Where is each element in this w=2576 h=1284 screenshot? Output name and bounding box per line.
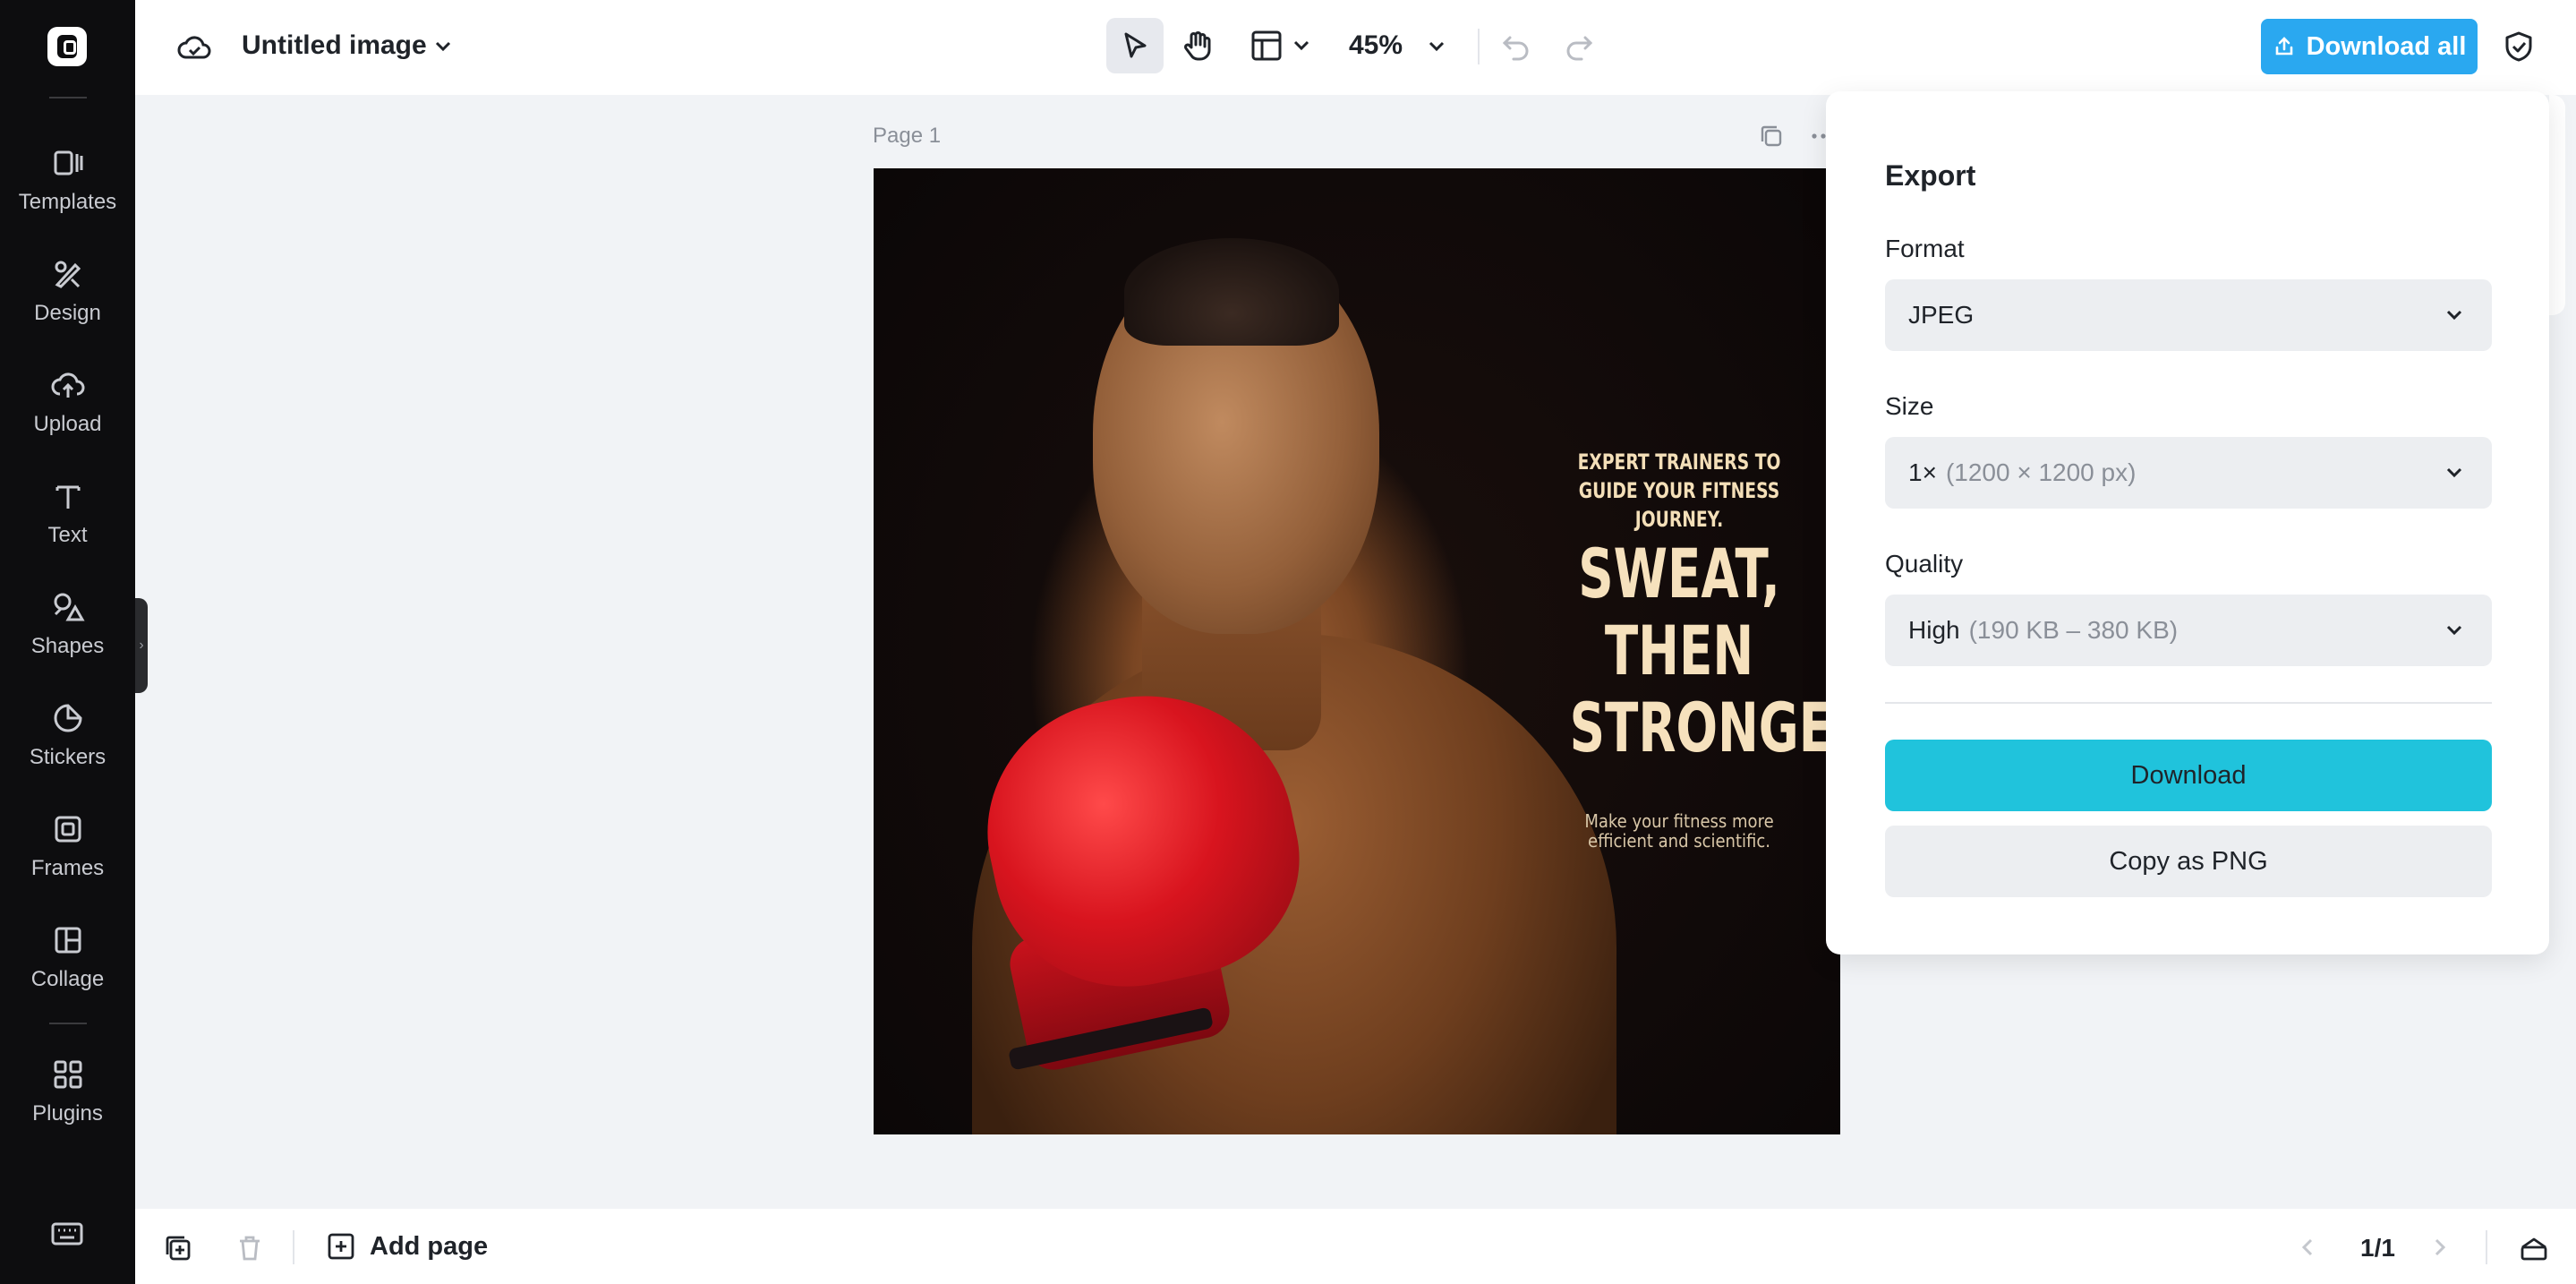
quality-label: Quality — [1885, 550, 1964, 578]
sidebar-item-label: Stickers — [29, 745, 107, 769]
plugins-icon — [54, 1060, 81, 1089]
sidebar-item-templates[interactable]: Templates — [0, 145, 135, 244]
size-select[interactable]: 1× (1200 × 1200 px) — [1885, 437, 2492, 509]
layout-icon[interactable] — [1248, 27, 1285, 64]
hand-tool-icon[interactable] — [1179, 27, 1216, 64]
trash-icon[interactable] — [234, 1232, 266, 1264]
download-all-label: Download all — [2306, 31, 2467, 61]
sidebar-item-label: Frames — [30, 856, 105, 880]
background-panel-edge — [2549, 95, 2565, 315]
chevron-down-icon[interactable] — [1290, 34, 1313, 57]
chevron-down-icon[interactable] — [431, 34, 456, 59]
sidebar-item-plugins[interactable]: Plugins — [0, 1057, 135, 1155]
sidebar-item-label: Upload — [33, 412, 102, 436]
document-title[interactable]: Untitled image — [242, 30, 427, 61]
zoom-level[interactable]: 45% — [1349, 30, 1403, 61]
top-toolbar: Untitled image 45% Download all — [135, 0, 2576, 95]
text-icon — [55, 485, 80, 509]
sidebar-item-label: Text — [47, 523, 88, 547]
boxer-hair — [1124, 238, 1339, 346]
sidebar-collapse-handle[interactable]: › — [135, 598, 148, 693]
duplicate-page-icon[interactable] — [1758, 123, 1785, 150]
artwork-headline[interactable]: SWEAT, THEN STRONGER — [1569, 534, 1840, 767]
chevron-right-icon: › — [139, 638, 144, 653]
sidebar-item-label: Templates — [18, 190, 117, 214]
bottom-toolbar: Add page 1/1 — [135, 1209, 2576, 1284]
sidebar-item-design[interactable]: Design — [0, 256, 135, 355]
sidebar-divider — [49, 1023, 87, 1024]
add-page-label: Add page — [370, 1231, 489, 1261]
sidebar-item-collage[interactable]: Collage — [0, 922, 135, 1021]
upload-icon — [51, 372, 84, 398]
artwork-tagline[interactable]: EXPERT TRAINERS TO GUIDE YOUR FITNESS JO… — [1574, 448, 1784, 534]
keyboard-shortcuts-icon[interactable] — [49, 1216, 85, 1252]
cloud-sync-icon[interactable] — [176, 30, 212, 65]
quality-value: High — [1908, 616, 1960, 644]
add-page-icon — [328, 1233, 354, 1260]
templates-icon — [54, 150, 82, 175]
export-title: Export — [1885, 159, 1976, 192]
format-select[interactable]: JPEG — [1885, 279, 2492, 351]
collage-icon — [55, 927, 81, 954]
quality-select[interactable]: High (190 KB – 380 KB) — [1885, 595, 2492, 666]
chevron-down-icon — [2446, 625, 2462, 636]
shield-check-icon[interactable] — [2501, 29, 2537, 64]
sidebar-item-stickers[interactable]: Stickers — [0, 700, 135, 799]
add-page-button[interactable]: Add page — [325, 1228, 488, 1264]
cursor-icon — [1124, 32, 1147, 58]
sidebar-item-label: Plugins — [32, 1101, 103, 1126]
size-label: Size — [1885, 392, 1934, 420]
copy-as-png-button[interactable]: Copy as PNG — [1885, 826, 2492, 897]
page-label: Page 1 — [873, 124, 942, 148]
export-panel: Export Format JPEG Size 1× (1200 × 1200 … — [1826, 91, 2549, 954]
sidebar-item-label: Design — [34, 301, 101, 325]
duplicate-page-icon[interactable] — [162, 1232, 194, 1264]
frames-icon — [55, 816, 81, 843]
select-tool-button[interactable] — [1106, 18, 1164, 73]
headline-line-2: THEN — [1604, 611, 1754, 690]
sidebar-item-label: Collage — [30, 967, 105, 991]
sidebar-item-upload[interactable]: Upload — [0, 367, 135, 466]
design-artboard[interactable]: EXPERT TRAINERS TO GUIDE YOUR FITNESS JO… — [874, 168, 1840, 1134]
redo-icon[interactable] — [1562, 29, 1596, 63]
chevron-right-icon[interactable] — [2427, 1234, 2453, 1261]
size-detail: (1200 × 1200 px) — [1945, 458, 2137, 486]
chevron-down-icon — [2446, 467, 2462, 478]
left-sidebar: Templates Design Upload Text Shapes Stic… — [0, 0, 135, 1284]
sidebar-item-shapes[interactable]: Shapes — [0, 589, 135, 688]
sidebar-item-label: Shapes — [30, 634, 105, 658]
panel-divider — [1885, 702, 2492, 704]
download-all-button[interactable]: Download all — [2261, 19, 2478, 74]
quality-detail: (190 KB – 380 KB) — [1968, 616, 2179, 644]
stickers-icon — [54, 704, 82, 732]
export-icon — [2275, 37, 2292, 56]
app-logo[interactable] — [47, 27, 87, 66]
sidebar-item-frames[interactable]: Frames — [0, 811, 135, 910]
chevron-left-icon[interactable] — [2294, 1234, 2321, 1261]
format-label: Format — [1885, 235, 1965, 262]
toolbar-divider — [1478, 29, 1480, 64]
chevron-down-icon — [2446, 310, 2462, 321]
undo-icon[interactable] — [1499, 29, 1533, 63]
download-button[interactable]: Download — [1885, 740, 2492, 811]
shapes-icon — [54, 593, 85, 621]
headline-line-3: STRONGER — [1569, 688, 1840, 767]
format-value: JPEG — [1908, 301, 1975, 329]
design-icon — [55, 261, 81, 288]
artwork-subtext[interactable]: Make your fitness more efficient and sci… — [1550, 811, 1808, 851]
page-counter: 1/1 — [2360, 1234, 2395, 1262]
chevron-down-icon[interactable] — [1424, 34, 1449, 59]
bottombar-divider — [293, 1230, 294, 1264]
bottombar-divider — [2486, 1230, 2487, 1264]
sidebar-item-text[interactable]: Text — [0, 478, 135, 577]
layers-icon[interactable] — [2518, 1232, 2550, 1264]
headline-line-1: SWEAT, — [1578, 534, 1780, 613]
size-value: 1× — [1908, 458, 1937, 486]
sidebar-divider — [49, 97, 87, 98]
